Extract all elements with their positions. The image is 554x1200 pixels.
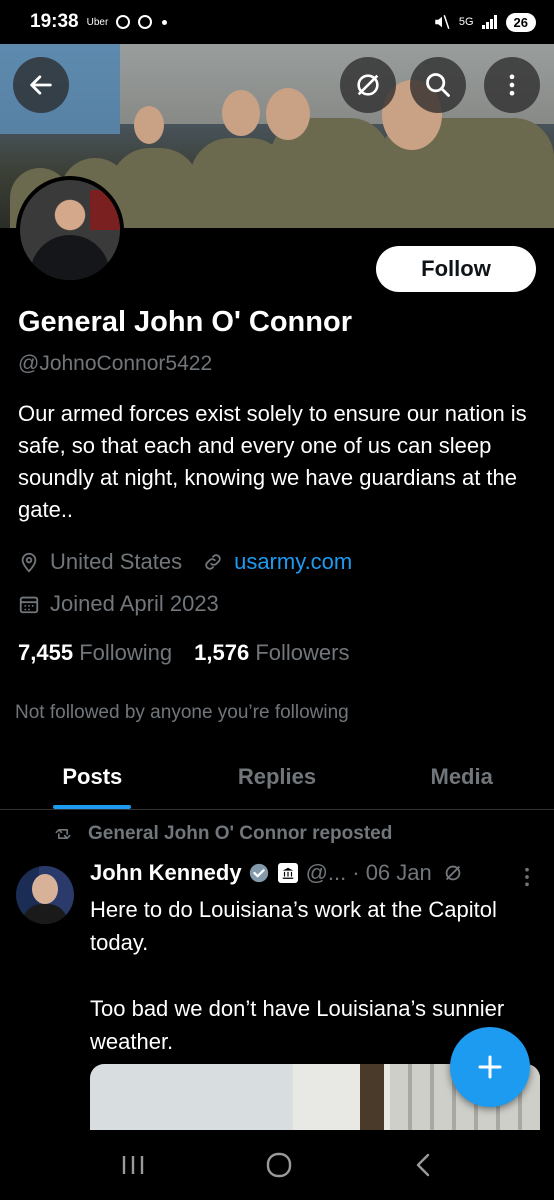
app-notification-icon xyxy=(116,15,131,29)
battery-indicator: 26 xyxy=(505,12,536,32)
status-time: 19:38 xyxy=(30,11,79,32)
profile-meta-joined: Joined April 2023 xyxy=(18,591,219,617)
profile-name: General John O' Connor xyxy=(18,306,352,338)
app-notification-icon-2 xyxy=(138,15,153,29)
back-nav-icon[interactable] xyxy=(412,1152,434,1178)
status-right: 5G 26 xyxy=(433,12,536,32)
profile-meta-location-website: United States usarmy.com xyxy=(18,549,352,575)
post-author-name[interactable]: John Kennedy xyxy=(90,860,242,886)
arrow-left-icon xyxy=(30,75,52,95)
follow-button[interactable]: Follow xyxy=(376,246,536,292)
back-button[interactable] xyxy=(13,57,69,113)
not-followed-notice: Not followed by anyone you’re following xyxy=(15,702,349,723)
system-nav-bar xyxy=(0,1130,554,1200)
status-bar: 19:38 Uber 5G 26 xyxy=(0,0,554,44)
tab-replies[interactable]: Replies xyxy=(185,744,370,809)
profile-avatar[interactable] xyxy=(16,176,124,284)
verified-badge-icon xyxy=(249,863,268,883)
following-label: Following xyxy=(79,640,173,665)
repost-text: General John O' Connor reposted xyxy=(88,823,393,844)
profile-bio: Our armed forces exist solely to ensure … xyxy=(18,401,527,522)
profile-joined-date: Joined April 2023 xyxy=(50,591,219,616)
banner-person xyxy=(110,148,200,228)
more-vertical-icon xyxy=(525,867,529,887)
more-button[interactable] xyxy=(484,57,540,113)
post-text: Here to do Louisiana’s work at the Capit… xyxy=(90,897,505,1054)
calendar-icon xyxy=(19,596,39,614)
eye-slash-icon xyxy=(357,74,379,96)
banner-head xyxy=(222,90,260,136)
avatar-uniform xyxy=(30,235,110,280)
tab-media[interactable]: Media xyxy=(369,744,554,809)
avatar-suit xyxy=(22,904,68,924)
avatar-flag xyxy=(90,190,120,230)
signal-icon xyxy=(481,15,497,29)
tab-posts[interactable]: Posts xyxy=(0,744,185,809)
followers-count: 1,576 xyxy=(194,640,250,665)
hide-button[interactable] xyxy=(340,57,396,113)
mute-icon xyxy=(435,15,450,29)
following-count: 7,455 xyxy=(18,640,74,665)
home-icon[interactable] xyxy=(265,1151,293,1179)
link-icon xyxy=(205,554,221,570)
post-author-handle[interactable]: @... xyxy=(306,860,347,886)
following-stat[interactable]: 7,455 Following xyxy=(18,640,172,666)
more-notifications-dot xyxy=(162,19,168,25)
eye-slash-icon[interactable] xyxy=(442,862,464,884)
uber-notification-icon: Uber xyxy=(86,16,109,28)
search-icon xyxy=(426,73,450,97)
avatar-face xyxy=(32,874,58,904)
image-tree xyxy=(360,1064,384,1132)
banner-head xyxy=(134,106,164,144)
recent-apps-icon[interactable] xyxy=(120,1153,146,1177)
profile-stats: 7,455 Following 1,576 Followers xyxy=(18,640,349,666)
compose-post-button[interactable] xyxy=(450,1027,530,1107)
plus-icon xyxy=(478,1055,502,1079)
banner-head xyxy=(266,88,310,140)
more-vertical-icon xyxy=(509,74,515,96)
repost-icon xyxy=(55,829,71,839)
followers-stat[interactable]: 1,576 Followers xyxy=(194,640,349,666)
location-icon xyxy=(21,552,37,573)
profile-handle: @JohnoConnor5422 xyxy=(18,352,213,375)
network-type: 5G xyxy=(458,16,474,28)
profile-tabs: Posts Replies Media xyxy=(0,744,554,810)
repost-indicator: General John O' Connor reposted xyxy=(52,823,392,845)
post-more-button[interactable] xyxy=(520,866,534,893)
post-header: John Kennedy @... · 06 Jan xyxy=(90,860,464,886)
profile-location: United States xyxy=(50,549,183,574)
post-author-avatar[interactable] xyxy=(16,866,74,924)
post-date: · 06 Jan xyxy=(352,860,432,885)
search-button[interactable] xyxy=(410,57,466,113)
government-badge-icon xyxy=(277,863,298,883)
profile-website-link[interactable]: usarmy.com xyxy=(234,549,352,575)
followers-label: Followers xyxy=(255,640,350,665)
